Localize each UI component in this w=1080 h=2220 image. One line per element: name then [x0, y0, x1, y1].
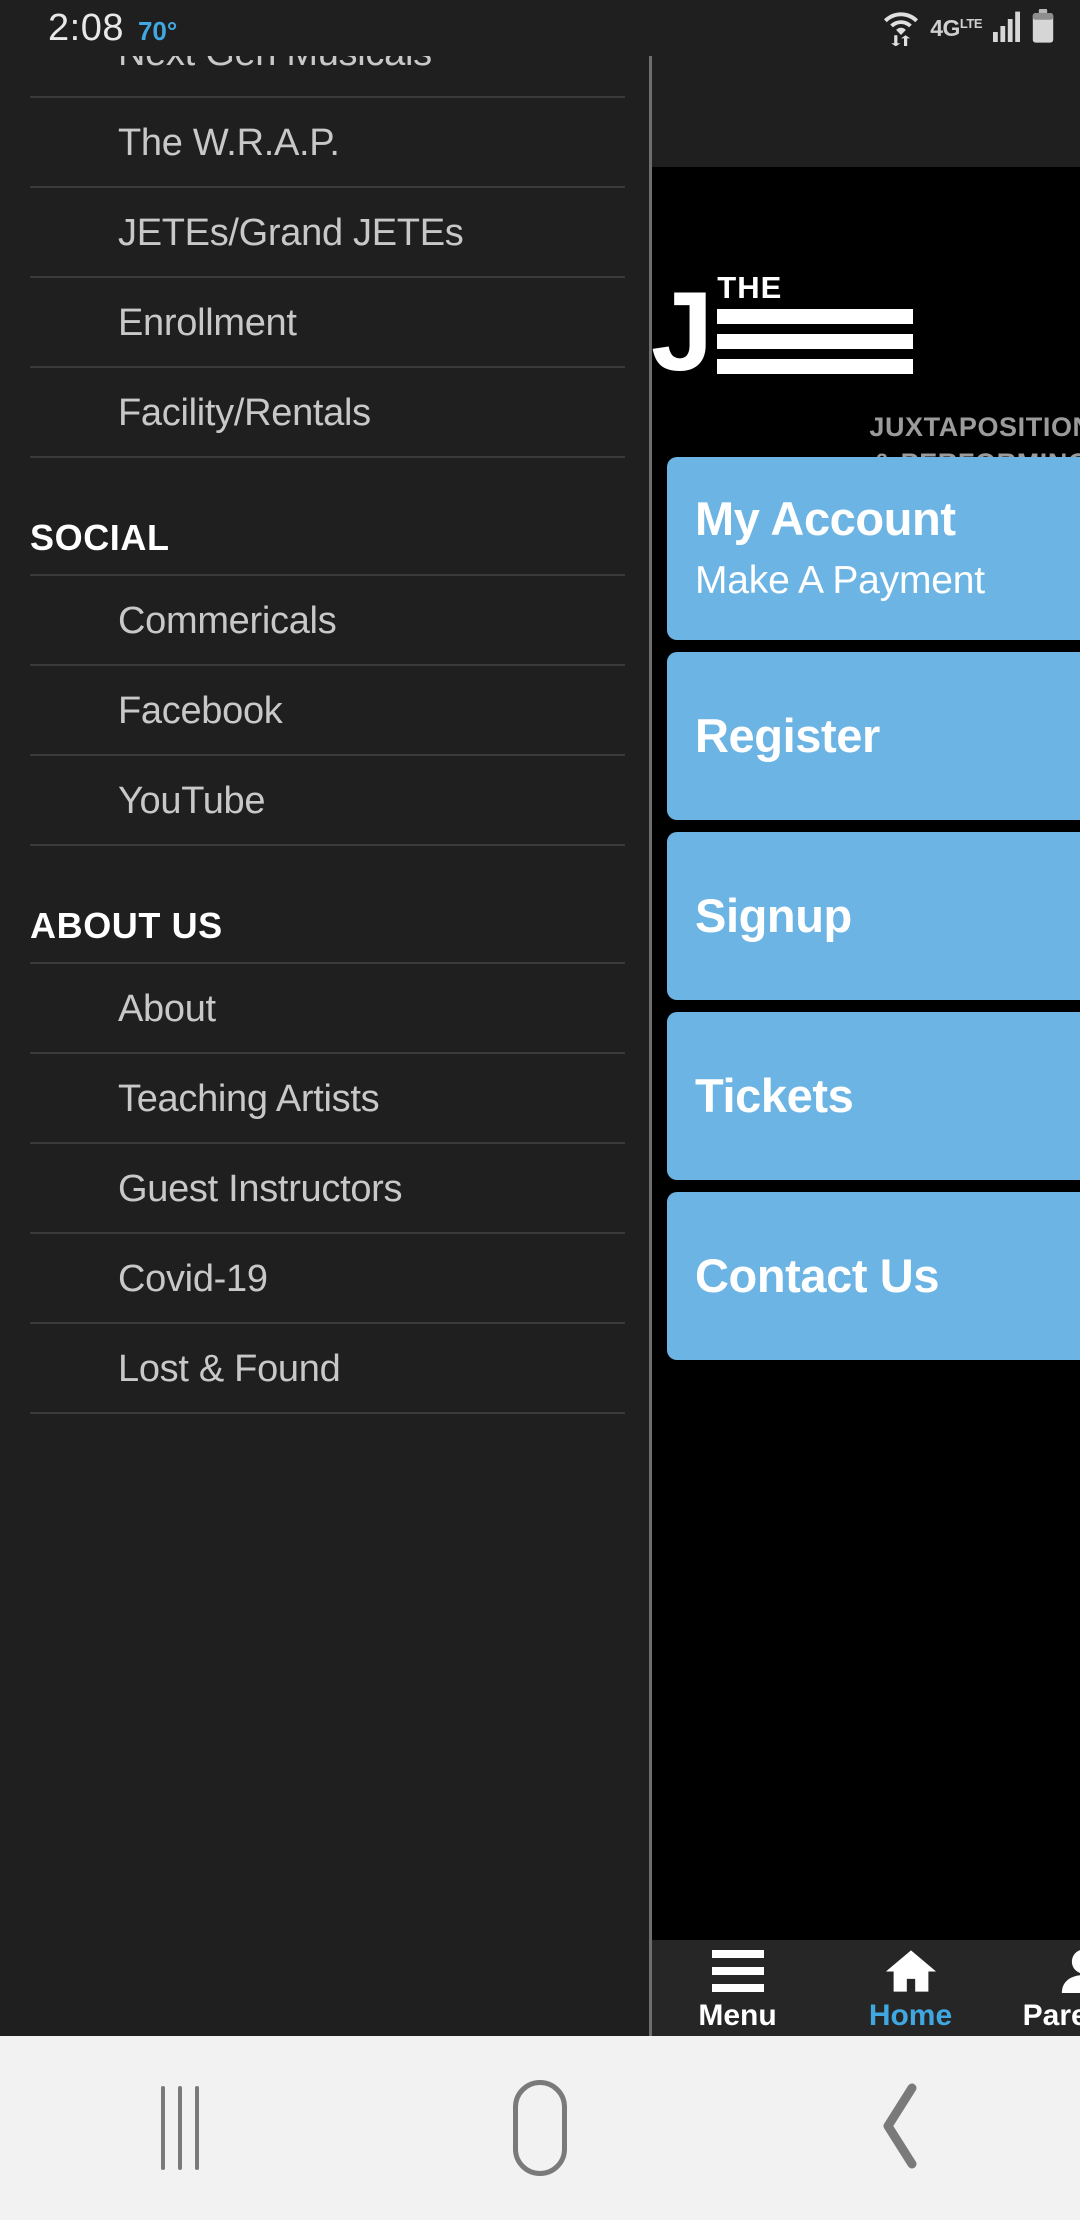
phone-screen: J THE JUXTAPOSITION & PERFORMING My Acco… [0, 0, 1080, 2220]
sidebar-item-facility-rentals[interactable]: Facility/Rentals [0, 368, 649, 458]
recents-button[interactable] [0, 2036, 360, 2220]
sidebar-item-teaching-artists[interactable]: Teaching Artists [0, 1054, 649, 1144]
sidebar-item-covid-19[interactable]: Covid-19 [0, 1234, 649, 1324]
hamburger-icon [711, 1949, 764, 1993]
logo-lockup: J THE [651, 269, 914, 395]
card-title: Tickets [695, 1068, 854, 1122]
sidebar-item-label: Guest Instructors [118, 1168, 403, 1210]
action-card-list: My Account Make A Payment Register Signu… [667, 457, 1080, 1372]
sidebar-item-label: Facebook [118, 690, 283, 732]
sidebar-item-label: Covid-19 [118, 1258, 268, 1300]
navbar-label: Home [868, 1999, 953, 2032]
card-subtitle: Make A Payment [695, 558, 985, 602]
status-bar-right: 4G LTE [883, 6, 1054, 51]
sidebar-item-next-gen-musicals[interactable]: Next Gen Musicals [0, 56, 649, 98]
navbar-label: Menu [698, 1999, 777, 2032]
logo-letter-j: J [651, 269, 713, 395]
status-bar-left: 2:08 70° [48, 9, 177, 47]
sidebar-item-label: The W.R.A.P. [118, 122, 340, 164]
sidebar-item-label: JETEs/Grand JETEs [118, 212, 464, 254]
person-icon [1061, 1949, 1080, 1993]
sidebar-item-label: Teaching Artists [118, 1078, 380, 1120]
navbar-item-menu[interactable]: Menu [651, 1945, 824, 2031]
sidebar-item-youtube[interactable]: YouTube [0, 756, 649, 846]
sidebar-item-facebook[interactable]: Facebook [0, 666, 649, 756]
sidebar-item-label: Enrollment [118, 302, 297, 344]
home-square-icon [513, 2080, 567, 2176]
card-signup[interactable]: Signup [667, 831, 1080, 1000]
sidebar-item-the-wrap[interactable]: The W.R.A.P. [0, 98, 649, 188]
logo-bar-2 [717, 334, 914, 349]
logo-bars-stack: THE [717, 270, 914, 378]
card-title: Register [695, 708, 880, 762]
wifi-data-icon [883, 6, 919, 51]
home-icon [884, 1949, 938, 1993]
sidebar-item-jetes-grand-jetes[interactable]: JETEs/Grand JETEs [0, 188, 649, 278]
logo-bar-1 [717, 309, 914, 324]
back-chevron-icon [876, 2078, 924, 2179]
logo-bar-3 [717, 359, 914, 374]
sidebar-item-enrollment[interactable]: Enrollment [0, 278, 649, 368]
sidebar-section-about-us: ABOUT US [0, 846, 649, 964]
card-contact-us[interactable]: Contact Us [667, 1191, 1080, 1360]
content-black-area: J THE JUXTAPOSITION & PERFORMING My Acco… [651, 167, 1080, 2036]
recents-icon [161, 2086, 199, 2170]
navbar-item-parent-portal[interactable]: Parent P [997, 1945, 1080, 2031]
sidebar-item-commericals[interactable]: Commericals [0, 576, 649, 666]
sidebar-section-label: SOCIAL [30, 517, 170, 558]
battery-icon [1032, 8, 1054, 48]
logo-word-the: THE [717, 270, 783, 305]
app-bottom-navbar: Menu Home Parent P [651, 1940, 1080, 2036]
android-system-nav [0, 2036, 1080, 2220]
sidebar-item-lost-and-found[interactable]: Lost & Found [0, 1324, 649, 1414]
sidebar-section-label: ABOUT US [30, 905, 223, 946]
navbar-item-home[interactable]: Home [824, 1945, 997, 2031]
status-temperature: 70° [137, 16, 178, 46]
sidebar-item-label: Next Gen Musicals [0, 56, 432, 72]
brand-logo: J THE JUXTAPOSITION & PERFORMING [651, 212, 1080, 478]
main-content-panel: J THE JUXTAPOSITION & PERFORMING My Acco… [651, 56, 1080, 2036]
status-bar: 2:08 70° 4G LTE [0, 0, 1080, 56]
sidebar-item-label: About [118, 988, 216, 1030]
sidebar-item-about[interactable]: About [0, 964, 649, 1054]
4g-lte-icon: 4G LTE [930, 14, 982, 41]
card-tickets[interactable]: Tickets [667, 1011, 1080, 1180]
sidebar-item-label: Lost & Found [118, 1348, 341, 1390]
card-my-account[interactable]: My Account Make A Payment [667, 457, 1080, 640]
sidebar-item-label: Commericals [118, 600, 337, 642]
back-button[interactable] [720, 2036, 1080, 2220]
navigation-drawer[interactable]: Next Gen Musicals The W.R.A.P. JETEs/Gra… [0, 56, 652, 2036]
sidebar-item-label: YouTube [118, 780, 266, 822]
sidebar-item-label: Facility/Rentals [118, 392, 371, 434]
card-title: My Account [695, 492, 956, 545]
drawer-scroll-container[interactable]: Next Gen Musicals The W.R.A.P. JETEs/Gra… [0, 56, 649, 1414]
home-button[interactable] [360, 2036, 720, 2220]
card-title: Signup [695, 888, 852, 942]
sidebar-item-guest-instructors[interactable]: Guest Instructors [0, 1144, 649, 1234]
card-register[interactable]: Register [667, 651, 1080, 820]
cellular-signal-icon [993, 10, 1021, 47]
status-clock: 2:08 [48, 7, 124, 49]
sidebar-section-social: SOCIAL [0, 458, 649, 576]
navbar-label: Parent P [1022, 1999, 1080, 2032]
card-title: Contact Us [695, 1248, 940, 1302]
